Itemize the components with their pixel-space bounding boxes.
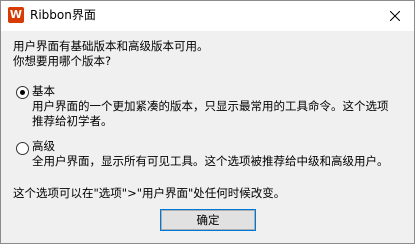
radio-selected-dot <box>20 90 25 95</box>
app-logo-letter: W <box>9 8 23 21</box>
app-logo-icon: W <box>8 7 24 23</box>
ok-button[interactable]: 确定 <box>160 209 256 231</box>
window-title: Ribbon界面 <box>30 8 96 22</box>
title-bar: W Ribbon界面 <box>1 1 414 31</box>
footer-note: 这个选项可以在"选项">"用户界面"处任何时候改变。 <box>13 186 286 200</box>
close-button[interactable] <box>376 1 414 31</box>
basic-option-label[interactable]: 基本 <box>32 83 55 99</box>
basic-radio[interactable] <box>16 86 29 99</box>
basic-option-description-1: 用户界面的一个更加紧凑的版本，只显示最常用的工具命令。这个选项 <box>32 99 389 113</box>
ribbon-dialog: W Ribbon界面 用户界面有基础版本和高级版本可用。 你想要用哪个版本? 基… <box>0 0 415 244</box>
intro-text-1: 用户界面有基础版本和高级版本可用。 <box>13 39 209 53</box>
intro-text-2: 你想要用哪个版本? <box>13 54 112 68</box>
advanced-radio[interactable] <box>16 142 29 155</box>
basic-option-description-2: 推荐给初学者。 <box>32 114 113 128</box>
close-icon <box>390 11 400 21</box>
advanced-option-description: 全用户界面，显示所有可见工具。这个选项被推荐给中级和高级用户。 <box>32 154 389 168</box>
advanced-option-label[interactable]: 高级 <box>32 138 55 154</box>
dialog-content: 用户界面有基础版本和高级版本可用。 你想要用哪个版本? 基本 用户界面的一个更加… <box>1 31 414 243</box>
